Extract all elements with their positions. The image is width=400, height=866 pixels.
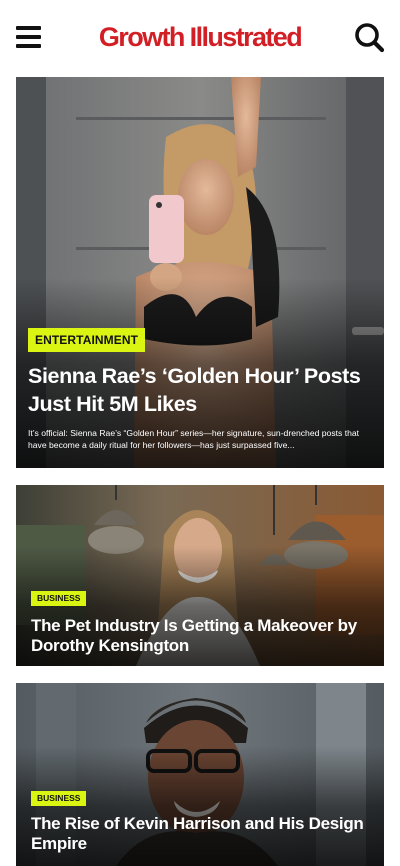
menu-bar — [16, 26, 41, 30]
menu-bar — [16, 35, 41, 39]
category-badge[interactable]: ENTERTAINMENT — [28, 328, 146, 352]
article-card[interactable]: BUSINESS The Pet Industry Is Getting a M… — [16, 485, 384, 666]
search-icon[interactable] — [352, 20, 386, 54]
article-headline[interactable]: The Pet Industry Is Getting a Makeover b… — [31, 616, 371, 656]
menu-bar — [16, 44, 41, 48]
site-logo[interactable]: Growth Illustrated — [70, 19, 330, 55]
featured-article-card[interactable]: ENTERTAINMENT Sienna Rae’s ‘Golden Hour’… — [16, 77, 384, 468]
article-card[interactable]: BUSINESS The Rise of Kevin Harrison and … — [16, 683, 384, 866]
article-excerpt: It’s official: Sienna Rae’s “Golden Hour… — [28, 428, 360, 450]
article-headline[interactable]: The Rise of Kevin Harrison and His Desig… — [31, 814, 371, 854]
site-header: Growth Illustrated — [0, 0, 400, 78]
category-badge[interactable]: BUSINESS — [31, 591, 87, 606]
article-headline[interactable]: Sienna Rae’s ‘Golden Hour’ Posts Just Hi… — [28, 362, 368, 418]
category-badge[interactable]: BUSINESS — [31, 791, 87, 806]
hamburger-menu-icon[interactable] — [15, 24, 43, 52]
